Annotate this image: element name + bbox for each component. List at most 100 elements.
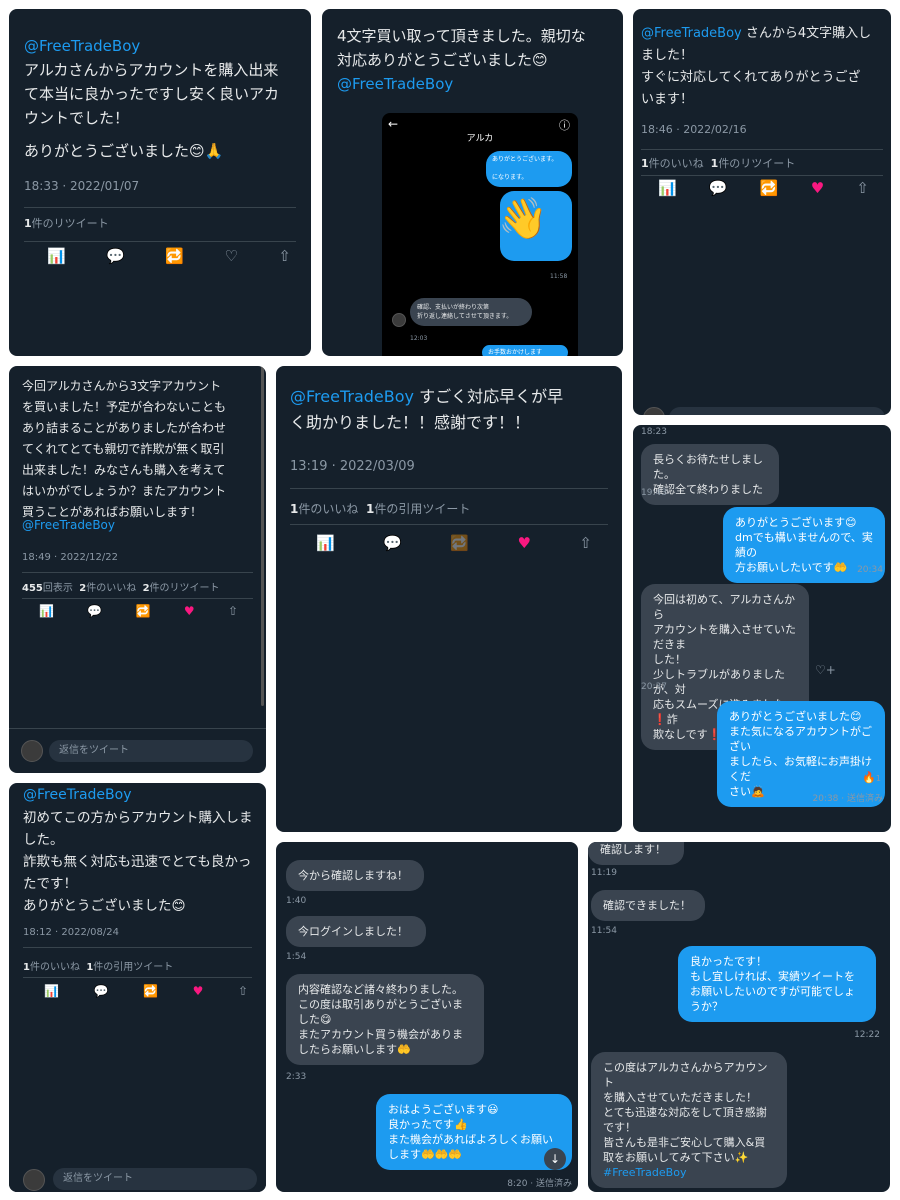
divider <box>23 947 252 948</box>
avatar[interactable] <box>21 740 43 762</box>
retweet-icon[interactable]: 🔁 <box>143 984 158 998</box>
divider <box>290 524 608 525</box>
tweet-text: @FreeTradeBoy アルカさんからアカウントを購入出来 て本当に良かった… <box>24 37 280 127</box>
share-icon[interactable]: ⇧ <box>238 984 248 998</box>
share-icon[interactable]: ⇧ <box>579 534 592 552</box>
tweet-timestamp: 18:46 · 2022/02/16 <box>641 123 747 136</box>
dm-timestamp: 20:37 <box>641 682 667 692</box>
stats-icon[interactable]: 📊 <box>39 604 54 618</box>
reply-icon[interactable]: 💬 <box>709 179 728 197</box>
share-icon[interactable]: ⇧ <box>278 247 291 265</box>
reply-icon[interactable]: 💬 <box>94 984 109 998</box>
dm-timestamp: 20:34 <box>857 565 883 575</box>
tweet-stats[interactable]: 1件のいいね 1件の引用ツイート <box>23 958 173 973</box>
divider <box>9 728 266 729</box>
mention-link[interactable]: @FreeTradeBoy <box>22 518 115 532</box>
tweet-panel-2: 4文字買い取って頂きました。親切な 対応ありがとうございました😊 @FreeTr… <box>322 9 623 356</box>
dm-timestamp: 11:54 <box>591 926 617 936</box>
divider <box>641 149 883 150</box>
share-icon[interactable]: ⇧ <box>228 604 238 618</box>
liked-heart-icon[interactable]: ♥ <box>811 179 824 197</box>
divider <box>23 977 252 978</box>
reply-bar-panel: 返信をツイート <box>9 1165 266 1192</box>
dm-timestamp: 20:38 · 送信済み <box>812 794 883 804</box>
dm-screenshot: ← ⓘ アルカ ありがとうございます。 になります。 👋 11:58 確認、支払… <box>382 113 578 356</box>
reply-icon[interactable]: 💬 <box>383 534 402 552</box>
reaction-badge[interactable]: 🔥1 <box>862 771 881 784</box>
tweet-timestamp: 18:49 · 2022/12/22 <box>22 552 118 563</box>
mention-link[interactable]: @FreeTradeBoy <box>290 387 414 406</box>
liked-heart-icon[interactable]: ♥ <box>517 534 530 552</box>
tweet-timestamp: 18:12 · 2022/08/24 <box>23 927 119 938</box>
tweet-text: 初めてこの方からアカウント購入しま した。 詐欺も無く対応も迅速でとても良かっ … <box>23 810 253 914</box>
retweet-icon[interactable]: 🔁 <box>165 247 184 265</box>
tweet-stats[interactable]: 1件のいいね 1件の引用ツイート <box>290 500 470 517</box>
scroll-down-icon[interactable]: ↓ <box>544 1148 566 1170</box>
dm-panel-8: 今から確認しますね！ 1:40 今ログインしました！ 1:54 内容確認など諸々… <box>276 842 578 1192</box>
tweet-text: 4文字買い取って頂きました。親切な 対応ありがとうございました😊 <box>337 27 586 69</box>
divider <box>22 572 253 573</box>
dm-timestamp: 11:58 <box>550 273 568 280</box>
dm-timestamp: 18:23 <box>641 427 667 437</box>
divider <box>641 175 883 176</box>
add-reaction-icon[interactable]: ♡+ <box>815 663 836 677</box>
scrollbar[interactable] <box>261 366 264 706</box>
back-arrow-icon[interactable]: ← <box>388 117 398 131</box>
reply-input[interactable]: 返信をツイート <box>53 1168 257 1190</box>
stats-icon[interactable]: 📊 <box>658 179 677 197</box>
liked-heart-icon[interactable]: ♥ <box>184 604 195 618</box>
dm-timestamp: 1:54 <box>286 952 307 962</box>
waving-hands-icon: 👋 <box>498 196 548 242</box>
tweet-text: 今回アルカさんから3文字アカウント を買いました！予定が合わないことも あり詰ま… <box>22 379 227 519</box>
stats-icon[interactable]: 📊 <box>44 984 59 998</box>
dm-bubble-received: 今から確認しますね！ <box>286 860 424 891</box>
dm-bubble-received: 内容確認など諸々終わりました。 この度は取引ありがとうございま した😋 またアカ… <box>286 974 484 1065</box>
mention-link[interactable]: @FreeTradeBoy <box>641 26 742 41</box>
mention-link[interactable]: @FreeTradeBoy <box>337 72 453 96</box>
dm-timestamp: 1:40 <box>286 896 307 906</box>
dm-timestamp: 19:43 <box>641 488 667 498</box>
divider <box>24 207 296 208</box>
mention-link[interactable]: @FreeTradeBoy <box>23 787 132 803</box>
tweet-actions: 📊 💬 🔁 ♥ ⇧ <box>316 534 592 552</box>
dm-panel-9: 確認します！ 11:19 確認できました！ 11:54 良かったです！ もし宜し… <box>588 842 890 1192</box>
avatar[interactable] <box>643 407 665 415</box>
avatar[interactable] <box>392 313 406 327</box>
tweet-stats[interactable]: 1件のいいね 1件のリツイート <box>641 155 795 171</box>
divider <box>24 241 296 242</box>
hashtag-link[interactable]: #FreeTradeBoy <box>603 1166 686 1179</box>
tweet-panel-1: @FreeTradeBoy アルカさんからアカウントを購入出来 て本当に良かった… <box>9 9 311 356</box>
tweet-text: @FreeTradeBoy すごく対応早くが早 く助かりました！！感謝です！！ <box>290 387 564 432</box>
dm-bubble-received: 今ログインしました！ <box>286 916 426 947</box>
tweet-timestamp: 13:19 · 2022/03/09 <box>290 459 415 474</box>
dm-timestamp: 11:19 <box>591 868 617 878</box>
mention-link[interactable]: @FreeTradeBoy <box>24 37 140 55</box>
dm-contact-name: アルカ <box>466 134 494 144</box>
tweet-actions: 📊 💬 🔁 ♥ ⇧ <box>39 604 238 618</box>
dm-bubble-received: この度はアルカさんからアカウント を購入させていただきました！ とても迅速な対応… <box>591 1052 787 1188</box>
reply-icon[interactable]: 💬 <box>87 604 102 618</box>
stats-icon[interactable]: 📊 <box>47 247 66 265</box>
like-icon[interactable]: ♡ <box>224 247 237 265</box>
retweet-icon[interactable]: 🔁 <box>136 604 151 618</box>
retweet-icon[interactable]: 🔁 <box>450 534 469 552</box>
reply-input[interactable]: 返信をツイート <box>49 740 253 762</box>
retweet-icon[interactable]: 🔁 <box>760 179 779 197</box>
avatar[interactable] <box>23 1169 45 1191</box>
tweet-panel-3: @FreeTradeBoy さんから4文字購入し ました！ すぐに対応してくれて… <box>633 9 891 415</box>
tweet-actions: 📊 💬 🔁 ♥ ⇧ <box>658 179 869 197</box>
divider <box>290 488 608 489</box>
tweet-stats[interactable]: 455回表示 2件のいいね 2件のリツイート <box>22 579 220 594</box>
dm-bubble-sent: おはようございます😃 良かったです👍 また機会があればよろしくお願い します🤲🤲… <box>376 1094 572 1170</box>
reply-input[interactable] <box>669 407 885 415</box>
stats-icon[interactable]: 📊 <box>316 534 335 552</box>
liked-heart-icon[interactable]: ♥ <box>193 984 204 998</box>
tweet-panel-7: @FreeTradeBoy 初めてこの方からアカウント購入しま した。 詐欺も無… <box>9 783 266 1192</box>
dm-bubble-sent: 良かったです！ もし宜しければ、実績ツイートを お願いしたいのですが可能でしょ … <box>678 946 876 1022</box>
dm-bubble-sent: ありがとうございます。 になります。 <box>486 151 572 187</box>
reply-icon[interactable]: 💬 <box>106 247 125 265</box>
share-icon[interactable]: ⇧ <box>856 179 869 197</box>
tweet-actions: 📊 💬 🔁 ♡ ⇧ <box>47 247 291 265</box>
dm-bubble-received: 確認できました！ <box>591 890 705 921</box>
tweet-stats[interactable]: 1件のリツイート <box>24 215 109 231</box>
